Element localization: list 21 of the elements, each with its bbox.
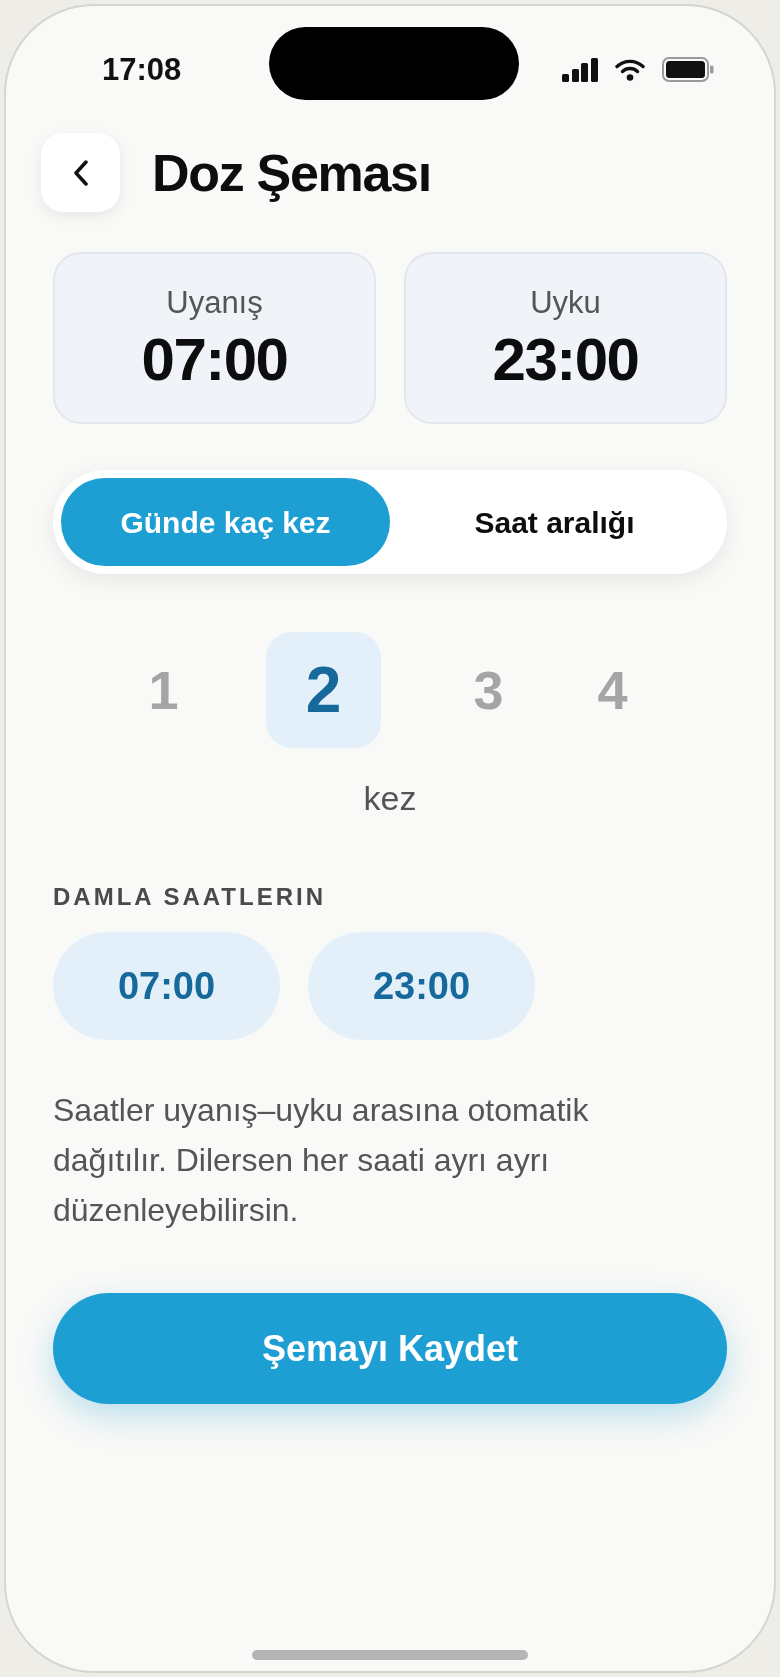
- count-unit-label: kez: [363, 778, 417, 818]
- signal-icon: [562, 57, 598, 82]
- back-button[interactable]: [41, 133, 120, 212]
- time-card-value: 07:00: [141, 328, 288, 392]
- time-card[interactable]: Uyku 23:00: [404, 252, 727, 424]
- battery-icon: [662, 57, 714, 82]
- mode-tab[interactable]: Günde kaç kez: [61, 478, 390, 566]
- time-chip[interactable]: 23:00: [308, 932, 535, 1040]
- wifi-icon: [615, 58, 645, 81]
- chevron-left-icon: [72, 159, 89, 186]
- help-text: Saatler uyanış–uyku arasına otomatik dağıtılır. Dilersen her saati ayrı ayrı düzenleyebilirsin.: [53, 1091, 590, 1230]
- time-card-label: Uyku: [530, 284, 601, 322]
- mode-tab[interactable]: Saat aralığı: [390, 478, 719, 566]
- save-button[interactable]: Şemayı Kaydet: [53, 1293, 727, 1404]
- section-heading: DAMLA SAATLERIN: [53, 883, 326, 910]
- time-card-value: 23:00: [492, 328, 639, 392]
- time-card-label: Uyanış: [166, 284, 263, 322]
- time-card[interactable]: Uyanış 07:00: [53, 252, 376, 424]
- count-option[interactable]: 2: [266, 632, 381, 748]
- status-time: 17:08: [102, 54, 183, 85]
- time-chip[interactable]: 07:00: [53, 932, 280, 1040]
